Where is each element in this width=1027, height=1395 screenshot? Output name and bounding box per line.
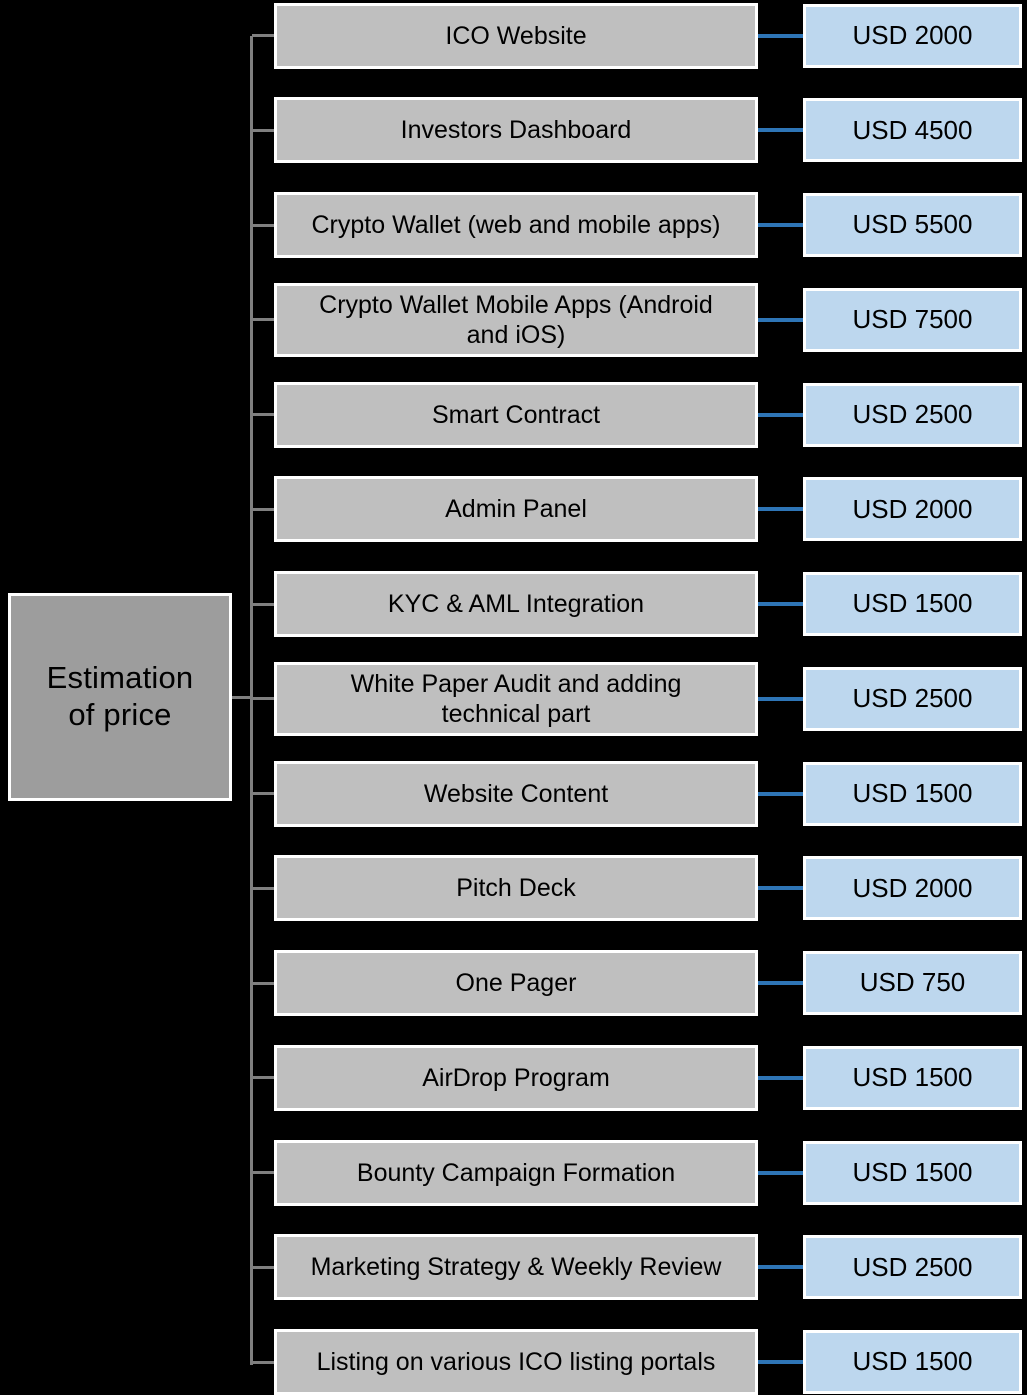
price-box-label: USD 2500 bbox=[852, 1251, 973, 1282]
price-connector-line bbox=[758, 602, 805, 606]
item-box-label: Bounty Campaign Formation bbox=[356, 1158, 676, 1187]
price-box[interactable]: USD 7500 bbox=[803, 287, 1022, 352]
item-box[interactable]: KYC & AML Integration bbox=[274, 571, 758, 637]
branch-connector-line bbox=[252, 886, 276, 890]
price-connector-line bbox=[758, 1265, 805, 1270]
branch-connector-line bbox=[252, 1076, 276, 1080]
item-box[interactable]: Pitch Deck bbox=[274, 855, 758, 922]
price-box[interactable]: USD 750 bbox=[803, 951, 1022, 1015]
item-box-label: White Paper Audit and adding technical p… bbox=[350, 669, 682, 728]
item-box[interactable]: AirDrop Program bbox=[274, 1044, 758, 1111]
price-box-label: USD 1500 bbox=[852, 1156, 973, 1187]
branch-connector-line bbox=[252, 413, 276, 416]
branch-connector-line bbox=[252, 1265, 276, 1269]
price-box-label: USD 1500 bbox=[852, 777, 973, 808]
price-connector-line bbox=[758, 128, 805, 133]
branch-connector-line bbox=[252, 1171, 276, 1174]
item-box-label: KYC & AML Integration bbox=[387, 590, 645, 618]
price-box-label: USD 2500 bbox=[852, 398, 973, 429]
price-connector-line bbox=[758, 981, 805, 985]
price-connector-line bbox=[758, 33, 805, 38]
price-box[interactable]: USD 1500 bbox=[803, 1140, 1022, 1205]
item-box-label: Crypto Wallet (web and mobile apps) bbox=[311, 211, 721, 239]
price-box-label: USD 1500 bbox=[852, 1062, 973, 1093]
price-box[interactable]: USD 2500 bbox=[803, 382, 1022, 447]
branch-connector-line bbox=[252, 981, 276, 985]
root-node-estimation-of-price[interactable]: Estimation of price bbox=[8, 593, 232, 801]
branch-connector-line bbox=[252, 792, 276, 795]
item-box-label: Pitch Deck bbox=[456, 874, 576, 903]
branch-connector-line bbox=[252, 318, 276, 322]
item-box[interactable]: ICO Website bbox=[274, 2, 758, 69]
item-box-label: ICO Website bbox=[445, 21, 587, 50]
price-box[interactable]: USD 1500 bbox=[803, 1330, 1022, 1394]
price-box[interactable]: USD 1500 bbox=[803, 572, 1022, 636]
price-box-label: USD 750 bbox=[859, 967, 966, 998]
item-box-label: Smart Contract bbox=[431, 400, 601, 429]
price-box[interactable]: USD 1500 bbox=[803, 761, 1022, 826]
price-box-label: USD 2000 bbox=[852, 872, 973, 903]
price-box-label: USD 2500 bbox=[852, 683, 973, 714]
price-connector-line bbox=[758, 886, 805, 891]
item-box-label: Crypto Wallet Mobile Apps (Android and i… bbox=[319, 290, 713, 349]
price-box[interactable]: USD 2000 bbox=[803, 856, 1022, 921]
item-box-label: Website Content bbox=[423, 779, 609, 808]
root-node-label: Estimation of price bbox=[46, 660, 194, 732]
item-box-label: AirDrop Program bbox=[422, 1063, 610, 1092]
branch-connector-line bbox=[252, 697, 276, 701]
branch-connector-line bbox=[252, 223, 276, 227]
item-box[interactable]: One Pager bbox=[274, 950, 758, 1016]
item-box-label: Investors Dashboard bbox=[400, 116, 632, 145]
price-box[interactable]: USD 2500 bbox=[803, 1235, 1022, 1300]
price-box[interactable]: USD 5500 bbox=[803, 193, 1022, 257]
price-box[interactable]: USD 1500 bbox=[803, 1045, 1022, 1110]
item-box-label: Listing on various ICO listing portals bbox=[316, 1348, 716, 1376]
price-box-label: USD 2000 bbox=[852, 19, 973, 50]
item-box[interactable]: Marketing Strategy & Weekly Review bbox=[274, 1234, 758, 1301]
item-box-label: One Pager bbox=[455, 969, 577, 997]
price-connector-line bbox=[758, 791, 805, 796]
item-box[interactable]: Smart Contract bbox=[274, 381, 758, 448]
item-box-label: Marketing Strategy & Weekly Review bbox=[310, 1253, 722, 1282]
branch-connector-line bbox=[252, 128, 276, 132]
price-box[interactable]: USD 2000 bbox=[803, 3, 1022, 68]
branch-connector-line bbox=[252, 602, 276, 606]
item-box[interactable]: White Paper Audit and adding technical p… bbox=[274, 661, 758, 736]
price-box-label: USD 1500 bbox=[852, 1346, 973, 1377]
price-box[interactable]: USD 2500 bbox=[803, 666, 1022, 731]
price-connector-line bbox=[758, 223, 805, 227]
price-box-label: USD 1500 bbox=[852, 588, 973, 619]
branch-connector-line bbox=[252, 507, 276, 511]
price-box[interactable]: USD 2000 bbox=[803, 477, 1022, 542]
item-box-label: Admin Panel bbox=[445, 495, 587, 524]
price-connector-line bbox=[758, 507, 805, 512]
price-box-label: USD 7500 bbox=[852, 304, 973, 335]
price-connector-line bbox=[758, 696, 805, 701]
branch-connector-line bbox=[252, 1360, 276, 1364]
price-connector-line bbox=[758, 412, 805, 417]
item-box[interactable]: Admin Panel bbox=[274, 476, 758, 543]
diagram-canvas: Estimation of price ICO Website USD 2000 I… bbox=[0, 0, 1027, 1395]
item-box[interactable]: Bounty Campaign Formation bbox=[274, 1139, 758, 1206]
price-box[interactable]: USD 4500 bbox=[803, 98, 1022, 163]
price-connector-line bbox=[758, 1360, 805, 1364]
price-box-label: USD 2000 bbox=[852, 493, 973, 524]
item-box[interactable]: Crypto Wallet Mobile Apps (Android and i… bbox=[274, 282, 758, 357]
price-connector-line bbox=[758, 1170, 805, 1175]
price-connector-line bbox=[758, 1075, 805, 1080]
item-box[interactable]: Website Content bbox=[274, 760, 758, 827]
price-box-label: USD 4500 bbox=[852, 114, 973, 145]
item-box[interactable]: Investors Dashboard bbox=[274, 97, 758, 164]
price-connector-line bbox=[758, 317, 805, 322]
price-box-label: USD 5500 bbox=[852, 209, 973, 240]
item-box[interactable]: Crypto Wallet (web and mobile apps) bbox=[274, 192, 758, 258]
tree-trunk-line bbox=[250, 35, 253, 1365]
item-box[interactable]: Listing on various ICO listing portals bbox=[274, 1329, 758, 1395]
branch-connector-line bbox=[252, 34, 276, 37]
